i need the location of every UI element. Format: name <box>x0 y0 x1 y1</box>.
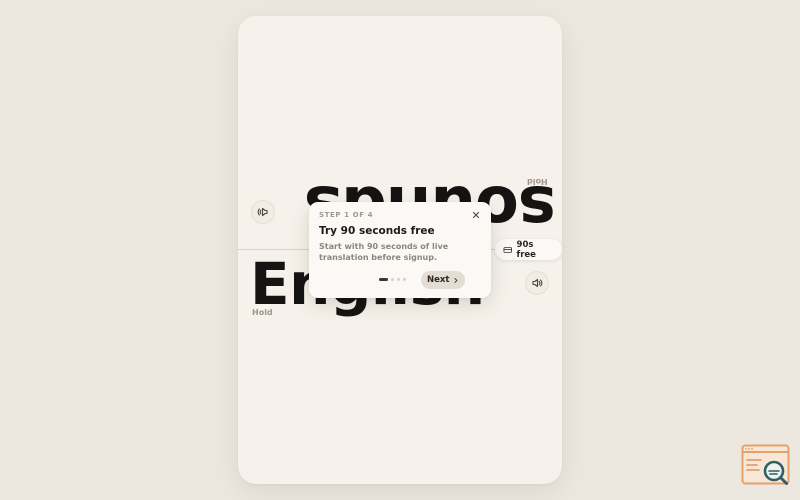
close-icon <box>472 211 480 219</box>
speaker-icon <box>257 207 268 217</box>
step-dot-2 <box>391 278 394 281</box>
popover-footer: Next <box>309 271 491 289</box>
step-dot-1 <box>379 278 388 281</box>
search-window-icon <box>741 444 790 485</box>
popover-title: Try 90 seconds free <box>319 225 435 237</box>
free-trial-badge[interactable]: 90s free <box>495 239 562 260</box>
speaker-icon <box>532 278 543 288</box>
step-indicator: STEP 1 OF 4 <box>319 211 374 219</box>
step-dot-3 <box>397 278 400 281</box>
bottom-hold-label: Hold <box>252 308 273 317</box>
step-dots <box>379 278 406 281</box>
step-dot-4 <box>403 278 406 281</box>
popover-body: Start with 90 seconds of live translatio… <box>319 242 449 262</box>
chevron-right-icon <box>454 277 458 283</box>
onboarding-popover: STEP 1 OF 4 Try 90 seconds free Start wi… <box>309 202 491 298</box>
top-speaker-button[interactable] <box>251 200 275 224</box>
bottom-speaker-button[interactable] <box>525 271 549 295</box>
translator-card: Hold sounds English Hold 90s free STEP 1… <box>238 16 562 484</box>
next-button-label: Next <box>427 275 450 285</box>
free-trial-label: 90s free <box>516 239 536 260</box>
next-button[interactable]: Next <box>421 271 465 289</box>
ticket-icon <box>503 246 513 253</box>
close-button[interactable] <box>470 209 482 221</box>
watermark-logo <box>741 444 791 488</box>
